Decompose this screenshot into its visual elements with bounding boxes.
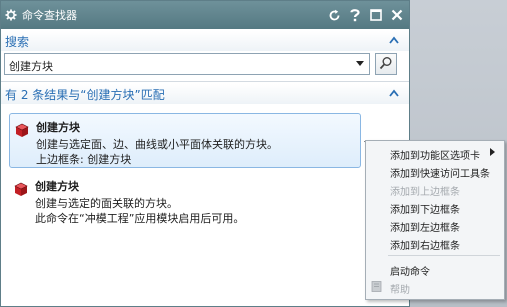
result-description: 创建与选定的面关联的方块。 [35, 197, 178, 210]
chevron-up-icon[interactable] [387, 33, 401, 47]
search-section-label: 搜索 [5, 34, 30, 49]
section-divider [1, 81, 409, 82]
results-list: 创建方块 创建与选定面、边、曲线或小平面体关联的方块。 上边框条: 创建方块 创… [4, 109, 406, 305]
result-title: 创建方块 [35, 180, 79, 193]
search-combobox[interactable]: 创建方块 [4, 53, 370, 75]
menu-separator [388, 255, 500, 256]
results-section-header[interactable]: 有 2 条结果与“创建方块”匹配 [1, 84, 409, 104]
magnifier-icon [379, 56, 393, 73]
title-bar[interactable]: 命令查找器 [1, 1, 409, 29]
result-availability-note: 此命令在“冲模工程”应用模块启用后可用。 [35, 212, 245, 225]
search-row: 创建方块 [4, 53, 406, 75]
result-location: 上边框条: 创建方块 [36, 153, 132, 166]
help-book-icon [370, 280, 383, 293]
menu-item-launch-command[interactable]: 启动命令 [366, 260, 504, 278]
search-input[interactable]: 创建方块 [9, 58, 53, 74]
results-section-label: 有 2 条结果与“创建方块”匹配 [5, 87, 165, 102]
menu-item-add-to-quick-access[interactable]: 添加到快速访问工具条 [366, 162, 504, 180]
menu-item-add-to-ribbon-tab[interactable]: 添加到功能区选项卡 [366, 144, 504, 162]
reset-icon[interactable] [326, 6, 342, 24]
result-context-menu: 添加到功能区选项卡 添加到快速访问工具条 添加到上边框条 添加到下边框条 添加到… [365, 140, 505, 300]
close-icon[interactable] [389, 6, 405, 24]
dropdown-arrow-icon[interactable] [353, 57, 367, 71]
dialog-title: 命令查找器 [22, 9, 77, 22]
menu-item-help: 帮助 [366, 278, 504, 296]
command-finder-dialog: 命令查找器 搜索 创建方块 有 2 条结果与“创建方块”匹配 创建方块 创建与选… [0, 0, 410, 307]
result-item[interactable]: 创建方块 创建与选定面、边、曲线或小平面体关联的方块。 上边框条: 创建方块 [9, 113, 361, 168]
menu-item-add-to-right-border-bar[interactable]: 添加到右边框条 [366, 234, 504, 252]
block-command-icon [13, 121, 31, 139]
menu-item-add-to-left-border-bar[interactable]: 添加到左边框条 [366, 216, 504, 234]
gear-icon [4, 8, 18, 22]
search-section-header[interactable]: 搜索 [1, 31, 409, 51]
help-icon[interactable] [347, 6, 363, 24]
submenu-arrow-icon [490, 148, 498, 158]
chevron-up-icon[interactable] [387, 86, 401, 100]
block-command-icon [12, 180, 30, 198]
find-button[interactable] [375, 53, 397, 75]
result-description: 创建与选定面、边、曲线或小平面体关联的方块。 [36, 138, 278, 151]
restore-icon[interactable] [368, 6, 384, 24]
menu-item-add-to-top-border-bar: 添加到上边框条 [390, 187, 460, 198]
result-title: 创建方块 [36, 121, 80, 134]
menu-item-add-to-bottom-border-bar[interactable]: 添加到下边框条 [366, 198, 504, 216]
result-item[interactable]: 创建方块 创建与选定的面关联的方块。 此命令在“冲模工程”应用模块启用后可用。 [9, 173, 361, 231]
